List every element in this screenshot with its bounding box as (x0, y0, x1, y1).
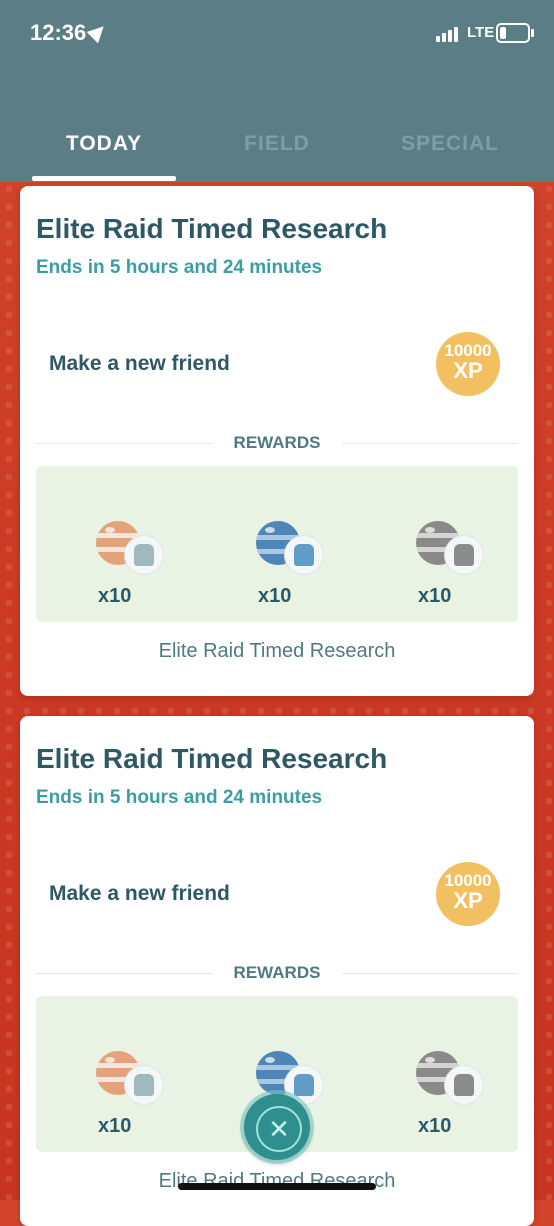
rewards-divider: REWARDS (36, 433, 518, 453)
task-text: Make a new friend (49, 882, 230, 905)
reward-quantity: x10 (98, 1115, 132, 1137)
xp-reward-badge: 10000 XP (436, 862, 500, 926)
registeel-icon (444, 1065, 484, 1105)
reward-item[interactable]: x10 (416, 1051, 496, 1151)
battery-icon (496, 23, 534, 43)
reward-quantity: x10 (98, 585, 132, 607)
tab-field[interactable]: FIELD (187, 132, 367, 156)
registeel-icon (444, 535, 484, 575)
xp-label: XP (453, 358, 483, 383)
card-title: Elite Raid Timed Research (36, 213, 388, 244)
close-icon: ✕ (268, 1114, 290, 1144)
rewards-box: x10 x10 x10 (36, 466, 518, 622)
regirock-icon (124, 535, 164, 575)
xp-label: XP (453, 888, 483, 913)
card-timer: Ends in 5 hours and 24 minutes (36, 787, 323, 808)
card-timer: Ends in 5 hours and 24 minutes (36, 257, 323, 278)
tab-bar: TODAY FIELD SPECIAL (0, 124, 554, 182)
close-button[interactable]: ✕ (244, 1094, 310, 1160)
location-arrow-icon (86, 20, 110, 44)
active-tab-indicator (32, 176, 176, 181)
regice-icon (284, 535, 324, 575)
tab-special[interactable]: SPECIAL (360, 132, 540, 156)
xp-reward-badge: 10000 XP (436, 332, 500, 396)
rewards-divider: REWARDS (36, 963, 518, 983)
reward-item[interactable]: x10 (96, 521, 176, 621)
reward-quantity: x10 (418, 1115, 452, 1137)
reward-quantity: x10 (258, 585, 292, 607)
card-footer: Elite Raid Timed Research (158, 640, 396, 662)
reward-item[interactable]: x10 (96, 1051, 176, 1151)
status-time: 12:36 (30, 20, 87, 45)
home-indicator (178, 1183, 376, 1190)
reward-quantity: x10 (418, 585, 452, 607)
reward-item[interactable]: x10 (256, 521, 336, 621)
header: 12:36 LTE TODAY FIELD SPECIAL (0, 0, 554, 182)
status-bar: 12:36 LTE (0, 0, 554, 64)
tab-today[interactable]: TODAY (14, 132, 194, 156)
regirock-icon (124, 1065, 164, 1105)
signal-icon (436, 24, 464, 42)
reward-item[interactable]: x10 (416, 521, 496, 621)
research-card: Elite Raid Timed Research Ends in 5 hour… (20, 186, 534, 696)
card-title: Elite Raid Timed Research (36, 743, 388, 774)
task-text: Make a new friend (49, 352, 230, 375)
network-label: LTE (467, 24, 495, 41)
